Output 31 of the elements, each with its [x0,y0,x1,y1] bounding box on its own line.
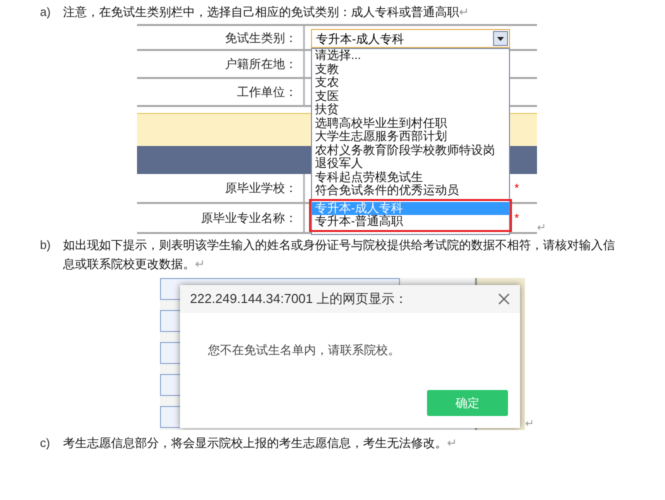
field-label: 原毕业专业名称： [201,210,297,227]
list-marker: a) [40,4,52,21]
dropdown-option[interactable]: 选聘高校毕业生到村任职 [312,116,509,130]
dropdown-option[interactable]: 大学生志愿服务西部计划 [312,130,509,144]
dropdown-option[interactable]: 专科起点劳模免试生 [312,170,509,184]
dialog-message: 您不在免试生名单内，请联系院校。 [208,342,401,359]
required-mark: * [514,180,519,197]
field-label: 免试生类别： [225,30,297,46]
paragraph-text: 考生志愿信息部分，将会显示院校上报的考生志愿信息，考生无法修改。↵ [63,435,458,452]
dropdown-option[interactable]: 农村义务教育阶段学校教师特设岗 [312,144,509,157]
dropdown-option[interactable]: 请选择... [312,49,509,62]
dropdown-option[interactable]: 支教 [312,62,509,76]
dropdown-option[interactable]: 扶贫 [312,103,509,116]
field-label: 户籍所在地： [225,56,297,73]
paragraph-mark: ↵ [537,223,546,234]
field-label: 原毕业学校： [225,180,297,197]
dropdown-option[interactable]: 符合免试条件的优秀运动员 [312,184,509,198]
field-label: 工作单位： [237,84,297,101]
list-marker: c) [40,435,51,452]
paragraph-text: 如出现如下提示，则表明该学生输入的姓名或身份证号与院校提供给考试院的数据不相符，请核对输入信息或联系院校更改数据。↵ [63,237,616,273]
dropdown-option[interactable]: 专升本-普通高职 [312,215,509,228]
paragraph-mark: ↵ [525,419,534,430]
category-select[interactable]: 专升本-成人专科 [311,29,510,48]
dropdown-option[interactable]: 退役军人 [312,157,509,170]
required-mark: * [514,210,519,227]
dropdown-option[interactable]: 支医 [312,90,509,103]
dropdown-option[interactable]: 支农 [312,76,509,90]
list-marker: b) [40,237,52,254]
close-icon[interactable] [498,293,510,305]
paragraph-text: 注意，在免试生类别栏中，选择自己相应的免试类别：成人专科或普通高职↵ [63,4,470,21]
dialog-title: 222.249.144.34:7001 上的网页显示： [190,290,409,308]
